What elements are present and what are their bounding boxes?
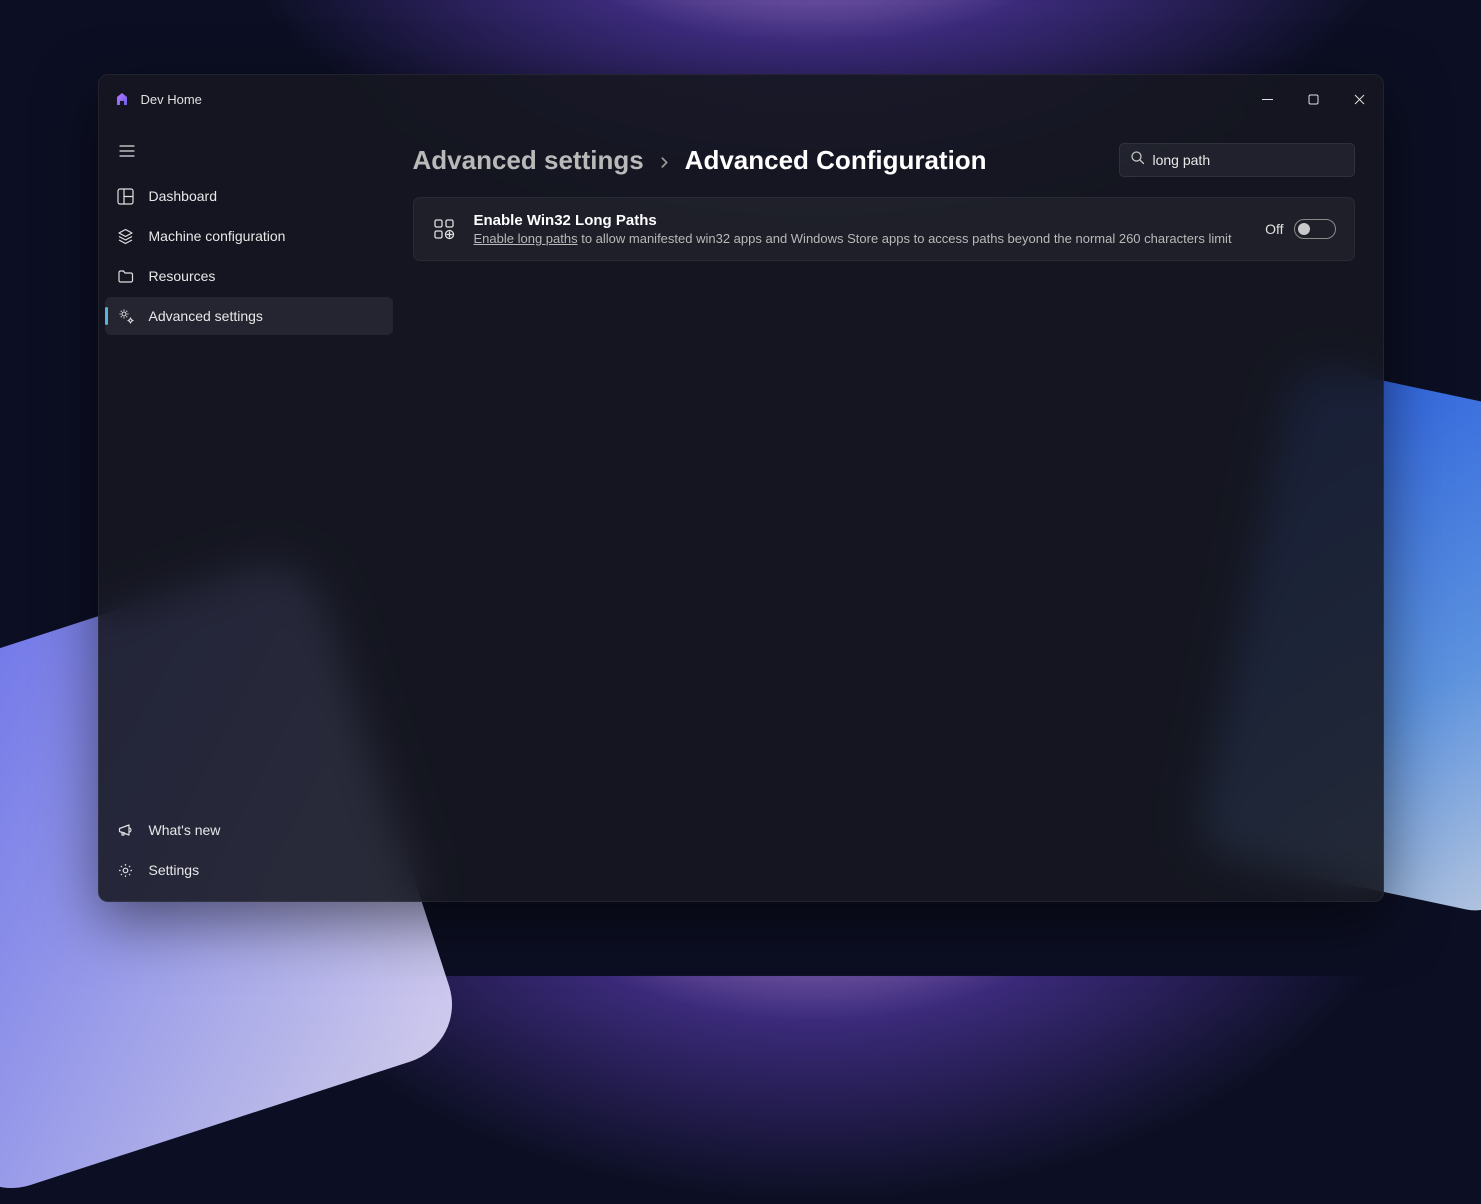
setting-text: Enable Win32 Long Paths Enable long path… — [474, 212, 1248, 246]
setting-description: Enable long paths to allow manifested wi… — [474, 231, 1248, 246]
search-input[interactable] — [1153, 152, 1344, 168]
megaphone-icon — [117, 821, 135, 839]
folder-icon — [117, 267, 135, 285]
sidebar-item-label: Advanced settings — [149, 308, 263, 324]
dashboard-icon — [117, 187, 135, 205]
minimize-button[interactable] — [1245, 81, 1291, 117]
sidebar-item-machine-configuration[interactable]: Machine configuration — [105, 217, 393, 255]
sidebar-item-whats-new[interactable]: What's new — [105, 811, 393, 849]
sidebar-item-label: What's new — [149, 822, 221, 838]
sidebar-item-label: Machine configuration — [149, 228, 286, 244]
toggle-label: Off — [1265, 221, 1283, 237]
sidebar-item-resources[interactable]: Resources — [105, 257, 393, 295]
close-button[interactable] — [1337, 81, 1383, 117]
setting-description-text: to allow manifested win32 apps and Windo… — [578, 231, 1232, 246]
breadcrumb-current: Advanced Configuration — [685, 145, 987, 176]
sidebar-item-label: Settings — [149, 862, 200, 878]
main-header: Advanced settings Advanced Configuration — [413, 143, 1355, 177]
titlebar: Dev Home — [99, 75, 1383, 123]
caption-buttons — [1245, 81, 1383, 117]
window-body: Dashboard Machine configuration Resource… — [99, 123, 1383, 901]
advanced-settings-icon — [117, 307, 135, 325]
nav-footer: What's new Settings — [99, 811, 399, 895]
setting-description-link[interactable]: Enable long paths — [474, 231, 578, 246]
breadcrumb-parent[interactable]: Advanced settings — [413, 145, 644, 176]
apps-add-icon — [432, 217, 456, 241]
layers-icon — [117, 227, 135, 245]
nav-list: Dashboard Machine configuration Resource… — [99, 177, 399, 811]
app-window: Dev Home Dashboard — [98, 74, 1384, 902]
sidebar-item-settings[interactable]: Settings — [105, 851, 393, 889]
gear-icon — [117, 861, 135, 879]
titlebar-left: Dev Home — [113, 90, 202, 108]
search-box[interactable] — [1119, 143, 1355, 177]
breadcrumb: Advanced settings Advanced Configuration — [413, 145, 987, 176]
sidebar: Dashboard Machine configuration Resource… — [99, 123, 399, 901]
search-icon — [1130, 150, 1145, 170]
app-title: Dev Home — [141, 92, 202, 107]
chevron-right-icon — [658, 145, 671, 176]
toggle-wrap: Off — [1265, 219, 1335, 239]
main-content: Advanced settings Advanced Configuration — [399, 123, 1383, 901]
maximize-button[interactable] — [1291, 81, 1337, 117]
sidebar-item-advanced-settings[interactable]: Advanced settings — [105, 297, 393, 335]
setting-card-long-paths: Enable Win32 Long Paths Enable long path… — [413, 197, 1355, 261]
long-paths-toggle[interactable] — [1294, 219, 1336, 239]
sidebar-item-label: Dashboard — [149, 188, 218, 204]
sidebar-item-dashboard[interactable]: Dashboard — [105, 177, 393, 215]
setting-title: Enable Win32 Long Paths — [474, 212, 1248, 229]
sidebar-item-label: Resources — [149, 268, 216, 284]
hamburger-button[interactable] — [107, 133, 147, 169]
app-icon — [113, 90, 131, 108]
